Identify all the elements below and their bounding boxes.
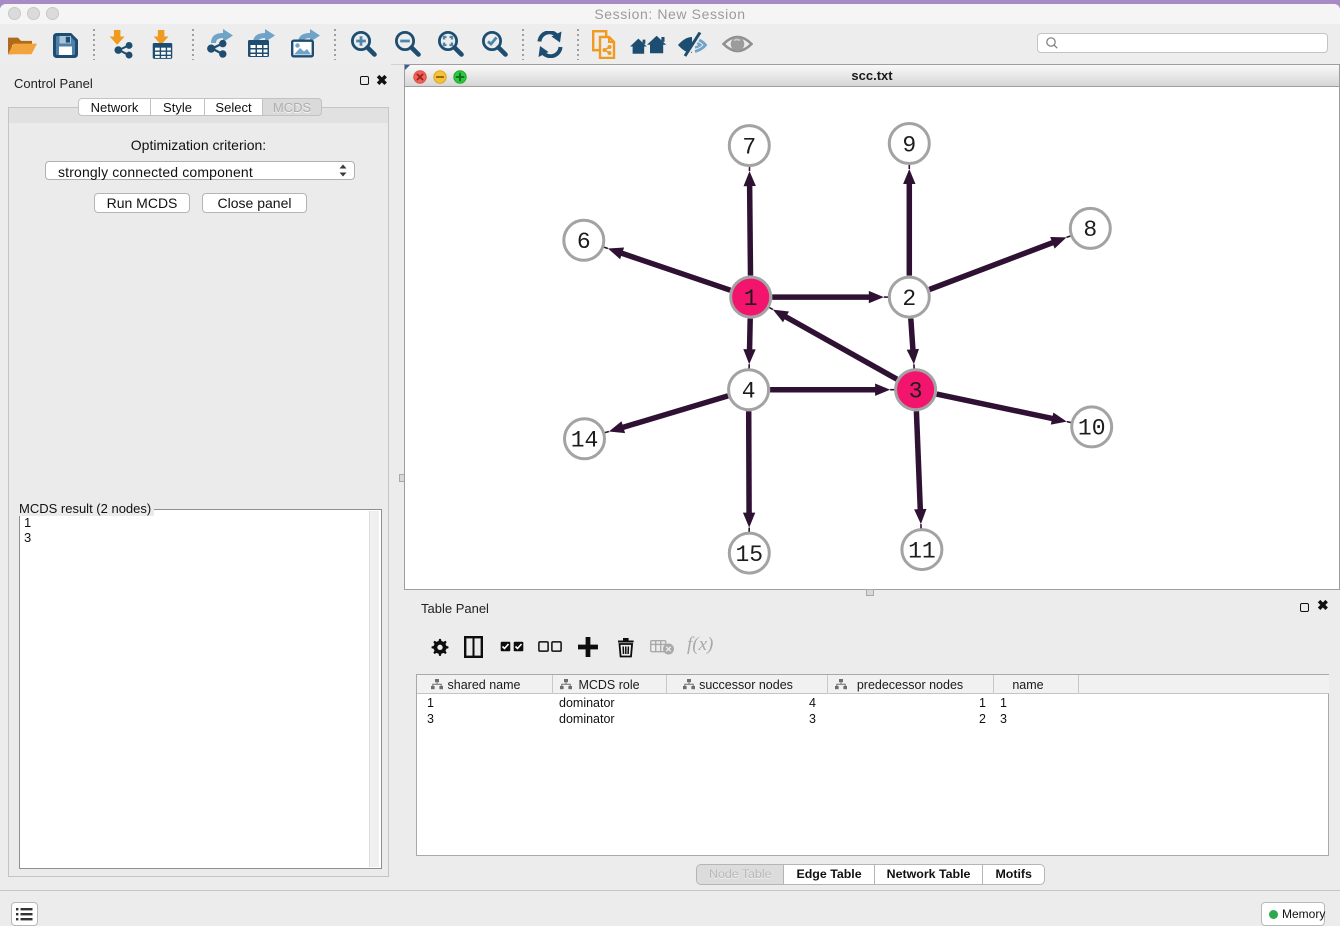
svg-text:2: 2 xyxy=(902,286,916,312)
svg-text:11: 11 xyxy=(908,538,936,564)
svg-text:4: 4 xyxy=(742,379,756,405)
svg-text:7: 7 xyxy=(742,134,756,160)
svg-text:8: 8 xyxy=(1083,217,1097,243)
svg-text:15: 15 xyxy=(735,542,763,568)
svg-text:6: 6 xyxy=(577,229,591,255)
svg-text:14: 14 xyxy=(571,428,599,454)
svg-text:9: 9 xyxy=(902,132,916,158)
svg-text:3: 3 xyxy=(909,379,923,405)
svg-text:1: 1 xyxy=(744,286,758,312)
svg-text:10: 10 xyxy=(1078,416,1106,442)
